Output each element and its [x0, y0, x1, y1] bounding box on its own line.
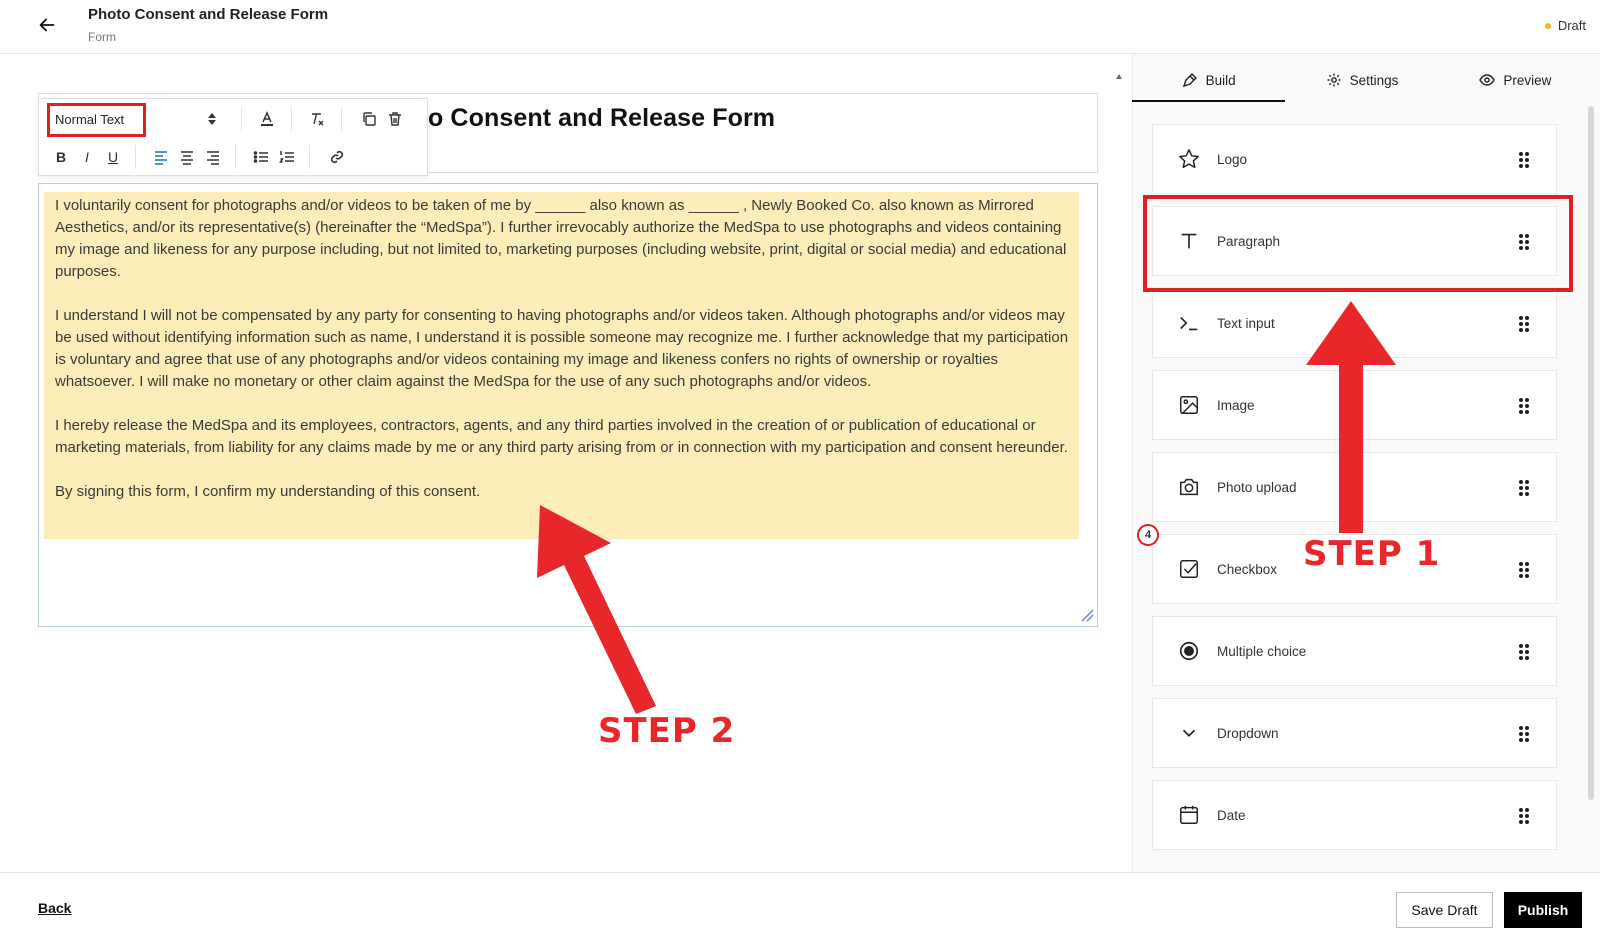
tab-preview[interactable]: Preview [1439, 60, 1592, 100]
component-multiple-choice[interactable]: Multiple choice [1152, 616, 1557, 686]
link-icon[interactable] [325, 145, 349, 169]
radio-icon [1177, 639, 1201, 663]
component-photo-upload[interactable]: Photo upload [1152, 452, 1557, 522]
footer-bar [0, 872, 1600, 942]
text-color-icon[interactable] [255, 107, 279, 131]
scroll-up-icon[interactable] [1115, 73, 1123, 81]
paragraph-2[interactable]: I understand I will not be compensated b… [55, 305, 1075, 393]
step2-label: STEP 2 [598, 711, 736, 751]
paragraph-4[interactable]: By signing this form, I confirm my under… [55, 481, 1075, 503]
text-style-highlight-box [47, 103, 146, 137]
back-link[interactable]: Back [38, 900, 71, 916]
drag-handle-icon[interactable] [1518, 643, 1530, 661]
terminal-icon [1177, 311, 1201, 335]
chevron-down-icon [1177, 721, 1201, 745]
tab-settings-label: Settings [1349, 72, 1399, 88]
back-arrow-icon[interactable] [36, 14, 58, 36]
form-type-label: Form [88, 30, 116, 44]
eye-icon [1479, 74, 1496, 86]
trash-icon[interactable] [383, 107, 407, 131]
drag-handle-icon[interactable] [1518, 479, 1530, 497]
duplicate-icon[interactable] [357, 107, 381, 131]
star-icon [1177, 147, 1201, 171]
component-image[interactable]: Image [1152, 370, 1557, 440]
toolbar-separator [235, 145, 236, 169]
paragraph-content[interactable]: I voluntarily consent for photographs an… [55, 195, 1075, 525]
notification-badge[interactable]: 4 [1137, 524, 1159, 546]
paragraph-highlight-box [1143, 195, 1573, 292]
tab-build-label: Build [1205, 72, 1236, 88]
step1-label: STEP 1 [1303, 534, 1441, 574]
component-text-input[interactable]: Text input [1152, 288, 1557, 358]
bold-icon[interactable]: B [49, 145, 73, 169]
component-image-label: Image [1217, 397, 1255, 413]
component-multiple-choice-label: Multiple choice [1217, 643, 1307, 659]
rich-text-toolbar: Normal Text B I U [38, 98, 428, 176]
drag-handle-icon[interactable] [1518, 315, 1530, 333]
gear-icon [1327, 73, 1341, 87]
underline-icon[interactable]: U [101, 145, 125, 169]
paragraph-3[interactable]: I hereby release the MedSpa and its empl… [55, 415, 1075, 459]
camera-icon [1177, 475, 1201, 499]
component-dropdown-label: Dropdown [1217, 725, 1279, 741]
checkbox-icon [1177, 557, 1201, 581]
tab-preview-label: Preview [1503, 72, 1552, 88]
draft-status: Draft [1544, 18, 1586, 33]
component-logo-label: Logo [1217, 151, 1248, 167]
tab-settings[interactable]: Settings [1285, 60, 1438, 100]
align-right-icon[interactable] [201, 145, 225, 169]
numbered-list-icon[interactable] [275, 145, 299, 169]
calendar-icon [1177, 803, 1201, 827]
component-logo[interactable]: Logo [1152, 124, 1557, 194]
clear-format-icon[interactable] [305, 107, 329, 131]
drag-handle-icon[interactable] [1518, 807, 1530, 825]
publish-button[interactable]: Publish [1504, 892, 1582, 928]
bullet-list-icon[interactable] [249, 145, 273, 169]
tab-build[interactable]: Build [1132, 60, 1286, 102]
drag-handle-icon[interactable] [1518, 151, 1530, 169]
toolbar-separator [309, 145, 310, 169]
align-center-icon[interactable] [175, 145, 199, 169]
status-dot-icon [1544, 22, 1551, 29]
component-text-input-label: Text input [1217, 315, 1275, 331]
drag-handle-icon[interactable] [1518, 397, 1530, 415]
toolbar-separator [341, 107, 342, 131]
pen-icon [1182, 73, 1197, 88]
draft-status-label: Draft [1557, 18, 1586, 33]
form-title: Photo Consent and Release Form [88, 6, 329, 23]
toolbar-separator [291, 107, 292, 131]
component-dropdown[interactable]: Dropdown [1152, 698, 1557, 768]
image-icon [1177, 393, 1201, 417]
panel-scrollbar[interactable] [1588, 106, 1594, 800]
top-header: Photo Consent and Release Form Form Draf… [0, 0, 1600, 54]
align-left-icon[interactable] [149, 145, 173, 169]
updown-chevron-icon [208, 113, 216, 125]
component-date-label: Date [1217, 807, 1246, 823]
component-checkbox-label: Checkbox [1217, 561, 1278, 577]
component-date[interactable]: Date [1152, 780, 1557, 850]
component-photo-upload-label: Photo upload [1217, 479, 1297, 495]
paragraph-1[interactable]: I voluntarily consent for photographs an… [55, 195, 1075, 283]
toolbar-separator [135, 145, 136, 169]
form-heading[interactable]: o Consent and Release Form [428, 104, 775, 133]
resize-handle-icon[interactable] [1080, 608, 1094, 622]
italic-icon[interactable]: I [75, 145, 99, 169]
drag-handle-icon[interactable] [1518, 561, 1530, 579]
save-draft-button[interactable]: Save Draft [1396, 892, 1493, 928]
drag-handle-icon[interactable] [1518, 725, 1530, 743]
panel-tabs: Build Settings Preview [1132, 60, 1592, 102]
toolbar-separator [241, 107, 242, 131]
